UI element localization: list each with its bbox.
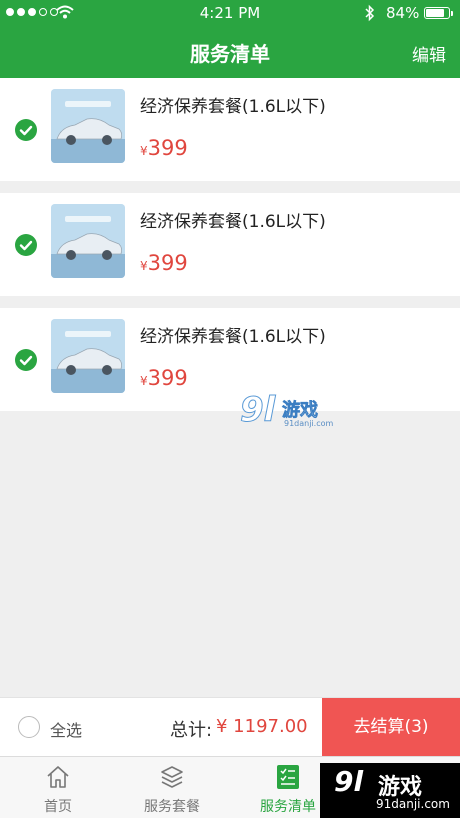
- item-price: ¥399: [140, 366, 188, 390]
- watermark-logo: 9l 游戏 91danji.com: [239, 390, 334, 431]
- list-item[interactable]: 经济保养套餐(1.6L以下) ¥399: [0, 78, 460, 181]
- checkout-button[interactable]: 去结算(3): [322, 698, 460, 757]
- checklist-icon: [277, 765, 299, 789]
- select-all-radio[interactable]: [18, 716, 40, 738]
- checked-icon[interactable]: [15, 119, 37, 141]
- checkout-bar: 全选 总计: ¥ 1197.00 去结算(3): [0, 697, 460, 757]
- select-all-label[interactable]: 全选: [50, 717, 82, 741]
- checked-icon[interactable]: [15, 349, 37, 371]
- item-price: ¥399: [140, 136, 188, 160]
- car-thumbnail: [51, 319, 125, 393]
- list-item[interactable]: 经济保养套餐(1.6L以下) ¥399: [0, 193, 460, 296]
- page-title: 服务清单: [190, 42, 270, 66]
- tab-label: 服务清单: [260, 799, 316, 815]
- total-value: ¥ 1197.00: [216, 716, 308, 737]
- tab-service-list[interactable]: 服务清单: [248, 757, 328, 818]
- list-item[interactable]: 经济保养套餐(1.6L以下) ¥399: [0, 308, 460, 411]
- item-price: ¥399: [140, 251, 188, 275]
- tab-packages[interactable]: 服务套餐: [132, 757, 212, 818]
- item-name: 经济保养套餐(1.6L以下): [140, 97, 326, 117]
- checked-icon[interactable]: [15, 234, 37, 256]
- status-bar: 4:21 PM 84%: [0, 0, 460, 26]
- car-thumbnail: [51, 204, 125, 278]
- home-icon: [47, 766, 69, 788]
- tab-home[interactable]: 首页: [18, 757, 98, 818]
- top-bar: 4:21 PM 84% 服务清单 编辑: [0, 0, 460, 78]
- tab-label: 服务套餐: [144, 799, 200, 815]
- car-thumbnail: [51, 89, 125, 163]
- battery-percent: 84%: [386, 4, 420, 22]
- total-label: 总计:: [170, 720, 213, 741]
- item-name: 经济保养套餐(1.6L以下): [140, 212, 326, 232]
- layers-icon: [161, 766, 183, 788]
- item-name: 经济保养套餐(1.6L以下): [140, 327, 326, 347]
- edit-button[interactable]: 编辑: [412, 41, 446, 66]
- battery-icon: [424, 7, 453, 19]
- tab-label: 首页: [44, 799, 72, 815]
- bluetooth-icon: [365, 4, 375, 22]
- corner-logo: 9l 游戏 91danji.com: [320, 763, 460, 818]
